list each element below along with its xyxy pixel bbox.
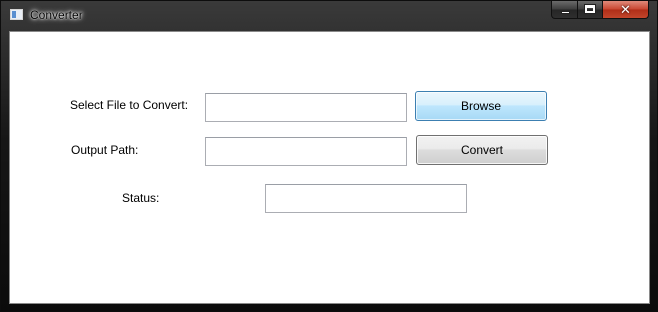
close-icon: ✕: [620, 2, 631, 17]
client-area: Select File to Convert: Browse Output Pa…: [9, 31, 650, 304]
output-path-label: Output Path:: [71, 143, 139, 157]
select-file-label: Select File to Convert:: [70, 98, 189, 112]
status-label: Status:: [122, 191, 160, 205]
maximize-button[interactable]: [578, 1, 603, 19]
maximize-icon: [584, 4, 596, 14]
title-bar[interactable]: Converter ✕: [1, 1, 657, 31]
convert-button[interactable]: Convert: [416, 135, 548, 165]
browse-button[interactable]: Browse: [415, 91, 547, 121]
select-file-input[interactable]: [205, 93, 407, 122]
window-app-icon[interactable]: [10, 9, 23, 20]
minimize-icon: [561, 11, 570, 14]
close-button[interactable]: ✕: [603, 1, 649, 19]
minimize-button[interactable]: [551, 1, 578, 19]
window-title: Converter: [30, 8, 83, 22]
caption-buttons: ✕: [551, 1, 649, 20]
converter-window: Converter ✕ Select File to Convert: Brow…: [0, 0, 658, 312]
output-path-input[interactable]: [205, 137, 407, 166]
status-field: [265, 184, 467, 213]
